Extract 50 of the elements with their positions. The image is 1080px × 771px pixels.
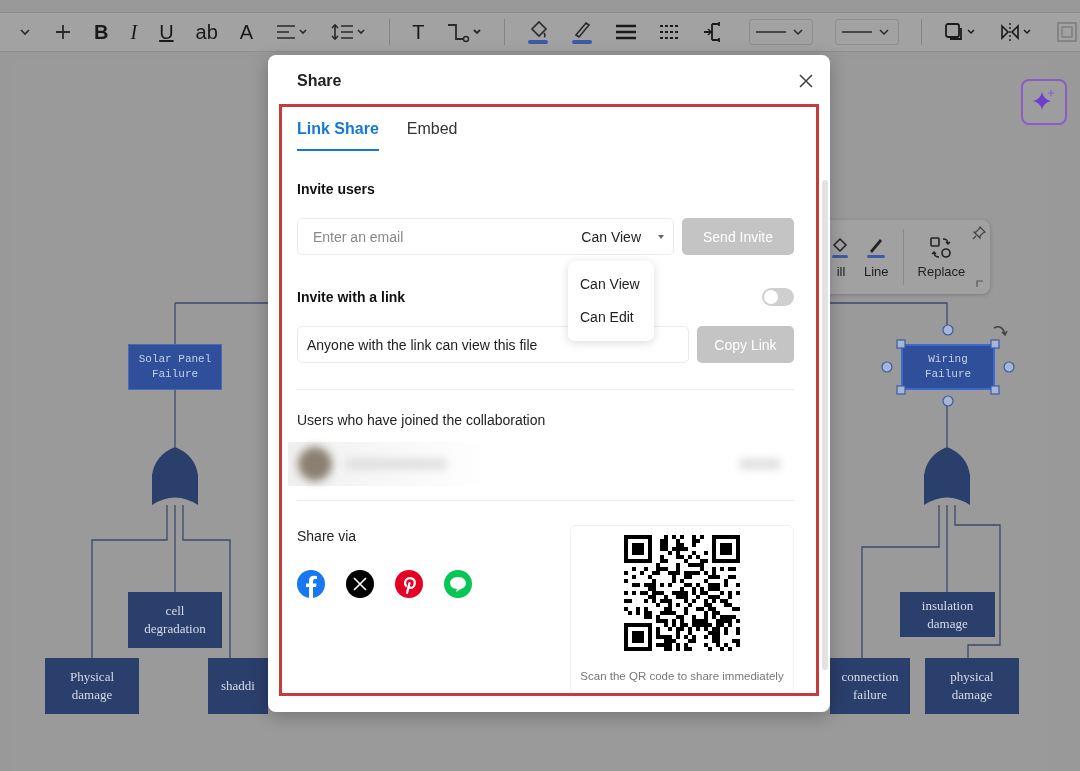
format-tool[interactable]: A: [239, 20, 254, 44]
pen-icon[interactable]: [571, 19, 594, 45]
shape-tool-button[interactable]: Replace: [917, 235, 966, 279]
paint-bucket-icon: [832, 235, 850, 260]
pinterest-icon[interactable]: [395, 570, 423, 598]
menu-item[interactable]: Can View: [568, 268, 654, 301]
caret-icon: [657, 233, 665, 240]
basic-event-node[interactable]: physical damage: [925, 658, 1019, 714]
line-style-dropdown[interactable]: [835, 19, 900, 45]
close-icon[interactable]: [798, 73, 814, 89]
replace-icon: [929, 235, 954, 260]
format-tool[interactable]: U: [159, 20, 174, 44]
x-logo-icon[interactable]: [346, 570, 374, 598]
facebook-icon[interactable]: [297, 570, 325, 598]
plus-icon[interactable]: [54, 22, 72, 42]
pin-icon[interactable]: [972, 226, 986, 240]
scrollbar[interactable]: [822, 180, 828, 670]
event-node[interactable]: Wiring Failure: [901, 344, 995, 390]
basic-event-node[interactable]: cell degradation: [128, 592, 222, 648]
or-gate: [152, 447, 198, 505]
line-spacing-icon[interactable]: [331, 22, 368, 42]
connector-line: [174, 389, 176, 448]
align-icon[interactable]: [275, 22, 310, 42]
format-tool[interactable]: T: [412, 20, 425, 44]
toggle-switch[interactable]: [762, 288, 794, 306]
connector-icon[interactable]: [446, 21, 483, 43]
basic-event-node[interactable]: shaddi: [208, 658, 268, 714]
shape-tool-button[interactable]: Line: [864, 235, 889, 279]
event-node[interactable]: Solar Panel Failure: [128, 344, 222, 390]
basic-event-node[interactable]: Physical damage: [45, 658, 139, 714]
section-heading: Share via: [297, 528, 358, 544]
paint-bucket-icon[interactable]: [527, 19, 550, 45]
section-heading: Invite users: [297, 181, 376, 197]
email-field[interactable]: Enter an email Can View: [297, 218, 674, 255]
shape-tool-button[interactable]: ill: [832, 235, 850, 279]
format-tool[interactable]: I: [130, 20, 138, 44]
format-tool[interactable]: ab: [195, 20, 218, 44]
section-heading: Invite with a link: [297, 289, 406, 305]
basic-event-node[interactable]: insulation damage: [900, 592, 995, 637]
format-tool[interactable]: B: [94, 20, 109, 44]
dialog-title: Share: [297, 72, 342, 90]
section-heading: Users who have joined the collaboration: [297, 412, 547, 429]
basic-event-node[interactable]: connection failure: [830, 658, 910, 714]
permission-dropdown[interactable]: Can View: [581, 228, 665, 245]
qr-caption: Scan the QR code to share immediately: [580, 670, 784, 682]
line-weight-icon[interactable]: [615, 22, 638, 42]
line-style-dropdown[interactable]: [749, 19, 814, 45]
tab[interactable]: Link Share: [297, 119, 379, 151]
tab[interactable]: Embed: [406, 119, 458, 151]
or-gate: [924, 447, 970, 505]
